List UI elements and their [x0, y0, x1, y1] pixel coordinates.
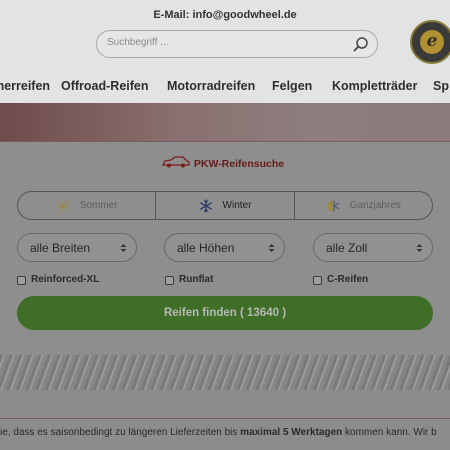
season-summer-button[interactable]: Sommer	[18, 192, 155, 219]
nav-item-felgen[interactable]: Felgen	[272, 79, 312, 93]
search-bar[interactable]	[96, 30, 378, 58]
checkbox-box[interactable]	[165, 276, 174, 285]
site-header: E-Mail: info@goodwheel.de e Sommerreifen…	[0, 0, 450, 103]
season-winter-label: Winter	[222, 200, 252, 211]
snowflake-icon	[199, 198, 212, 213]
reinforced-xl-checkbox[interactable]: Reinforced-XL	[17, 274, 127, 288]
select-arrows-icon	[416, 244, 423, 252]
rim-select[interactable]: alle Zoll	[313, 233, 433, 262]
c-reifen-label: C-Reifen	[327, 274, 369, 285]
width-select[interactable]: alle Breiten	[17, 233, 137, 262]
contact-email[interactable]: E-Mail: info@goodwheel.de	[0, 9, 450, 21]
width-select-value: alle Breiten	[30, 241, 91, 255]
runflat-label: Runflat	[179, 274, 214, 285]
search-icon[interactable]	[353, 36, 369, 52]
shipping-notice: ie, dass es saisonbedingt zu längeren Li…	[0, 427, 450, 438]
panel-title: PKW-Reifensuche	[193, 158, 285, 170]
tire-search-panel: PKW-Reifensuche Sommer Winter Ganzjahres…	[0, 141, 450, 355]
season-selector: Sommer Winter Ganzjahres	[17, 191, 433, 220]
nav-item-motorradreifen[interactable]: Motorradreifen	[167, 79, 255, 93]
season-summer-label: Sommer	[79, 200, 118, 211]
runflat-checkbox[interactable]: Runflat	[165, 274, 245, 288]
rim-select-value: alle Zoll	[326, 241, 368, 255]
select-arrows-icon	[120, 244, 127, 252]
sun-snowflake-icon	[326, 199, 339, 212]
divider	[0, 418, 450, 419]
sun-icon	[56, 199, 70, 212]
nav-item-offroad-reifen[interactable]: Offroad-Reifen	[61, 79, 149, 93]
notice-text-bold: maximal 5 Werktagen	[240, 427, 343, 438]
height-select[interactable]: alle Höhen	[164, 233, 285, 262]
search-input[interactable]	[107, 37, 337, 48]
find-tires-button[interactable]: Reifen finden ( 13640 )	[17, 296, 433, 330]
c-reifen-checkbox[interactable]: C-Reifen	[313, 274, 393, 288]
checkbox-box[interactable]	[17, 276, 26, 285]
main-navigation: Sommerreifen Offroad-Reifen Motorradreif…	[0, 79, 450, 97]
hero-image-bottom	[0, 355, 450, 390]
reinforced-xl-label: Reinforced-XL	[31, 274, 100, 285]
nav-item-overflow[interactable]: Sp	[433, 79, 449, 93]
season-allseason-button[interactable]: Ganzjahres	[293, 192, 432, 219]
season-allseason-label: Ganzjahres	[349, 200, 401, 211]
season-winter-button[interactable]: Winter	[155, 192, 293, 219]
trusted-shops-badge-icon[interactable]: e	[410, 20, 450, 64]
nav-item-komplettraeder[interactable]: Kompletträder	[332, 79, 417, 93]
nav-item-sommerreifen[interactable]: Sommerreifen	[0, 79, 50, 93]
height-select-value: alle Höhen	[177, 241, 235, 255]
hero-image-top	[0, 103, 450, 141]
notice-text-prefix: ie, dass es saisonbedingt zu längeren Li…	[0, 427, 241, 438]
select-arrows-icon	[268, 244, 275, 252]
notice-text-suffix: kommen kann. Wir b	[342, 427, 437, 438]
checkbox-box[interactable]	[313, 276, 322, 285]
